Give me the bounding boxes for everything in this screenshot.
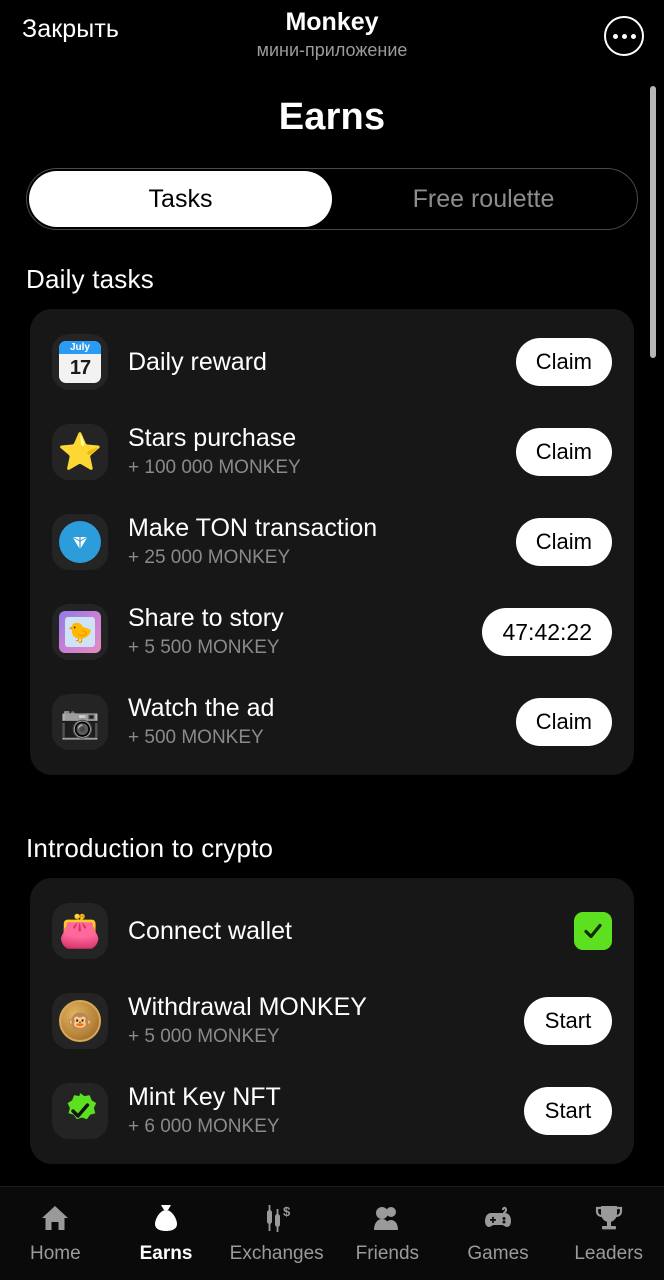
nav-item-home[interactable]: Home [0,1199,111,1265]
nav-label: Earns [139,1243,193,1264]
task-row[interactable]: 👛 Connect wallet [30,886,634,976]
task-name: Make TON transaction [128,513,378,542]
dot [621,33,627,39]
home-icon [36,1199,74,1237]
ton-icon [52,514,108,570]
nav-item-games[interactable]: Games [443,1199,554,1265]
task-reward: + 5 000 MONKEY [128,1025,280,1047]
people-icon [368,1199,406,1237]
task-row[interactable]: ⭐ Stars purchase + 100 000 MONKEY Claim [30,407,634,497]
section-title-daily-tasks: Daily tasks [26,264,154,294]
candlestick-dollar-icon: $ [258,1199,296,1237]
nav-item-leaders[interactable]: Leaders [553,1199,664,1265]
daily-tasks-card: July 17 Daily reward Claim ⭐ Stars purch… [30,309,634,775]
task-name: Stars purchase [128,423,297,452]
task-text: Make TON transaction + 25 000 MONKEY [128,514,516,570]
task-text: Daily reward [128,348,516,377]
star-icon: ⭐ [52,424,108,480]
nav-item-earns[interactable]: Earns [111,1199,222,1265]
scrollbar[interactable] [650,78,660,1186]
task-row[interactable]: Make TON transaction + 25 000 MONKEY Cla… [30,497,634,587]
ellipsis-icon[interactable] [604,16,644,56]
monkey-coin-icon: 🐵 [52,993,108,1049]
task-text: Watch the ad + 500 MONKEY [128,694,516,750]
nav-label: Leaders [574,1243,644,1264]
claim-button[interactable]: Claim [515,338,612,386]
wallet-icon: 👛 [52,903,108,959]
calendar-icon: July 17 [52,334,108,390]
claim-button[interactable]: Claim [515,428,612,476]
task-name: Watch the ad [128,693,275,722]
bottom-navigation: Home Earns $ Exchanges Friends Games Lea… [0,1186,664,1280]
nav-label: Exchanges [229,1243,324,1264]
task-row[interactable]: Mint Key NFT + 6 000 MONKEY Start [30,1066,634,1156]
introduction-to-crypto-card: 👛 Connect wallet 🐵 Withdrawal MONKEY + 5… [30,878,634,1164]
task-reward: + 25 000 MONKEY [128,546,291,568]
task-reward: + 5 500 MONKEY [128,636,280,658]
task-text: Share to story + 5 500 MONKEY [128,604,482,660]
tab-tasks[interactable]: Tasks [29,171,332,227]
task-reward: + 100 000 MONKEY [128,456,301,478]
task-row[interactable]: 🐵 Withdrawal MONKEY + 5 000 MONKEY Start [30,976,634,1066]
task-text: Stars purchase + 100 000 MONKEY [128,424,516,480]
task-name: Share to story [128,603,284,632]
close-button[interactable]: Закрыть [22,14,119,45]
page-title: Earns [278,96,386,138]
section-title-introduction-to-crypto: Introduction to crypto [26,833,274,863]
task-text: Mint Key NFT + 6 000 MONKEY [128,1083,524,1139]
task-reward: + 6 000 MONKEY [128,1115,280,1137]
dot [612,33,618,39]
tab-free-roulette[interactable]: Free roulette [332,171,635,227]
story-photo-icon: 🐤 [52,604,108,660]
task-row[interactable]: July 17 Daily reward Claim [30,317,634,407]
trophy-icon [590,1199,628,1237]
svg-text:$: $ [283,1204,291,1219]
dot [630,33,636,39]
task-reward: + 500 MONKEY [128,726,264,748]
money-bag-icon [147,1199,185,1237]
task-row[interactable]: 📷 Watch the ad + 500 MONKEY Claim [30,677,634,767]
tabs-segmented-control: Tasks Free roulette [26,168,638,230]
claim-button[interactable]: Claim [515,518,612,566]
start-button[interactable]: Start [524,997,612,1045]
task-name: Withdrawal MONKEY [128,992,367,1021]
completed-check-icon [574,912,612,950]
gamepad-icon [479,1199,517,1237]
task-text: Connect wallet [128,917,574,946]
task-row[interactable]: 🐤 Share to story + 5 500 MONKEY 47:42:22 [30,587,634,677]
nav-item-friends[interactable]: Friends [332,1199,443,1265]
task-text: Withdrawal MONKEY + 5 000 MONKEY [128,993,524,1049]
calendar-day: 17 [69,357,91,379]
app-screen: Закрыть Monkey мини-приложение Earns Tas… [0,0,664,1280]
nav-item-exchanges[interactable]: $ Exchanges [221,1199,332,1265]
task-name: Connect wallet [128,916,292,945]
task-name: Mint Key NFT [128,1082,281,1111]
start-button[interactable]: Start [524,1087,612,1135]
nav-label: Games [467,1243,529,1264]
task-name: Daily reward [128,347,267,376]
miniapp-header: Закрыть Monkey мини-приложение [0,0,664,78]
verified-badge-icon [52,1083,108,1139]
countdown-timer: 47:42:22 [482,608,612,656]
nav-label: Home [29,1243,81,1264]
calendar-month: July [59,341,101,354]
claim-button[interactable]: Claim [515,698,612,746]
camera-icon: 📷 [52,694,108,750]
scrollbar-thumb[interactable] [650,86,656,358]
nav-label: Friends [355,1243,420,1264]
scroll-content[interactable]: Earns Tasks Free roulette Daily tasks Ju… [0,78,664,1186]
